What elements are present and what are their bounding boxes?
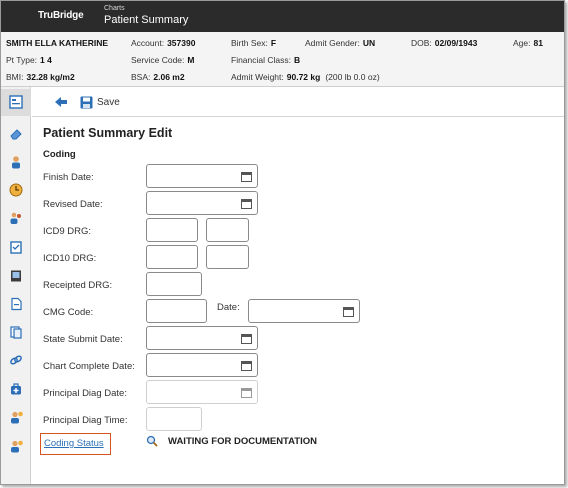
save-button[interactable]: Save <box>80 94 120 110</box>
search-icon[interactable] <box>146 435 158 447</box>
patient-banner: SMITH ELLA KATHERINE Account: 357390 Birt… <box>1 32 564 87</box>
pt-type-field: Pt Type: 1 4 <box>6 55 52 65</box>
finish-date-label: Finish Date: <box>43 172 94 183</box>
admit-gender-field: Admit Gender: UN <box>305 38 376 48</box>
eraser-icon[interactable] <box>9 127 23 141</box>
icd10-drg-label: ICD10 DRG: <box>43 253 97 264</box>
receipted-drg-label: Receipted DRG: <box>43 280 113 291</box>
icd9-drg-secondary-input[interactable] <box>206 218 249 242</box>
cmg-date-label: Date: <box>217 302 240 313</box>
calendar-icon[interactable] <box>241 333 252 344</box>
medical-bag-icon[interactable] <box>9 382 23 396</box>
app-window: TruBridge Charts Patient Summary SMITH E… <box>0 0 565 485</box>
principal-diag-time-label: Principal Diag Time: <box>43 415 128 426</box>
sidebar-item-summary[interactable] <box>1 89 31 116</box>
principal-diag-time-input[interactable] <box>146 407 202 431</box>
admit-weight-field: Admit Weight: 90.72 kg (200 lb 0.0 oz) <box>231 72 380 82</box>
link-icon[interactable] <box>9 353 23 367</box>
icd9-drg-input[interactable] <box>146 218 198 242</box>
chart-complete-date-input[interactable] <box>146 353 258 377</box>
bmi-field: BMI: 32.28 kg/m2 <box>6 72 75 82</box>
person-question-icon[interactable] <box>9 439 23 453</box>
finish-date-input[interactable] <box>146 164 258 188</box>
person-icon[interactable] <box>9 155 23 169</box>
person-question-icon[interactable] <box>9 410 23 424</box>
back-button[interactable] <box>54 95 68 109</box>
icd10-drg-secondary-input[interactable] <box>206 245 249 269</box>
page-title: Patient Summary Edit <box>43 126 173 140</box>
breadcrumb[interactable]: Charts <box>104 5 125 12</box>
document-pages-icon[interactable] <box>9 325 23 339</box>
calendar-icon[interactable] <box>241 360 252 371</box>
principal-diag-date-label: Principal Diag Date: <box>43 388 127 399</box>
revised-date-label: Revised Date: <box>43 199 103 210</box>
monitor-icon[interactable] <box>9 269 23 283</box>
patient-name: SMITH ELLA KATHERINE <box>6 38 108 48</box>
clock-icon[interactable] <box>9 183 23 197</box>
bsa-field: BSA: 2.06 m2 <box>131 72 185 82</box>
calendar-icon[interactable] <box>241 387 252 398</box>
calendar-icon[interactable] <box>343 306 354 317</box>
chart-complete-date-label: Chart Complete Date: <box>43 361 135 372</box>
service-code-field: Service Code: M <box>131 55 195 65</box>
coding-status-value: WAITING FOR DOCUMENTATION <box>168 436 317 447</box>
document-icon[interactable] <box>9 297 23 311</box>
save-label: Save <box>97 96 120 108</box>
toolbar: Save <box>32 87 564 117</box>
calendar-icon[interactable] <box>241 171 252 182</box>
cmg-code-label: CMG Code: <box>43 307 94 318</box>
receipted-drg-input[interactable] <box>146 272 202 296</box>
principal-diag-date-input[interactable] <box>146 380 258 404</box>
account-field: Account: 357390 <box>131 38 196 48</box>
floppy-disk-icon <box>80 96 93 108</box>
people-icon[interactable] <box>9 211 23 225</box>
state-submit-date-label: State Submit Date: <box>43 334 123 345</box>
sidebar-nav <box>1 87 31 484</box>
birth-sex-field: Birth Sex: F <box>231 38 277 48</box>
cmg-code-input[interactable] <box>146 299 207 323</box>
summary-icon <box>9 95 23 109</box>
calendar-icon[interactable] <box>241 198 252 209</box>
page-header-title: Patient Summary <box>104 14 189 26</box>
section-title: Coding <box>43 149 76 160</box>
app-header: TruBridge Charts Patient Summary <box>1 1 564 32</box>
icd9-drg-label: ICD9 DRG: <box>43 226 92 237</box>
revised-date-input[interactable] <box>146 191 258 215</box>
dob-field: DOB: 02/09/1943 <box>411 38 478 48</box>
coding-status-label[interactable]: Coding Status <box>44 438 104 449</box>
clipboard-icon[interactable] <box>9 240 23 254</box>
state-submit-date-input[interactable] <box>146 326 258 350</box>
coding-status-link[interactable]: Coding Status <box>40 433 111 455</box>
age-field: Age: 81 <box>513 38 543 48</box>
cmg-date-input[interactable] <box>248 299 360 323</box>
brand-logo: TruBridge <box>38 10 84 21</box>
icd10-drg-input[interactable] <box>146 245 198 269</box>
financial-class-field: Financial Class: B <box>231 55 301 65</box>
back-arrow-icon <box>55 97 67 107</box>
